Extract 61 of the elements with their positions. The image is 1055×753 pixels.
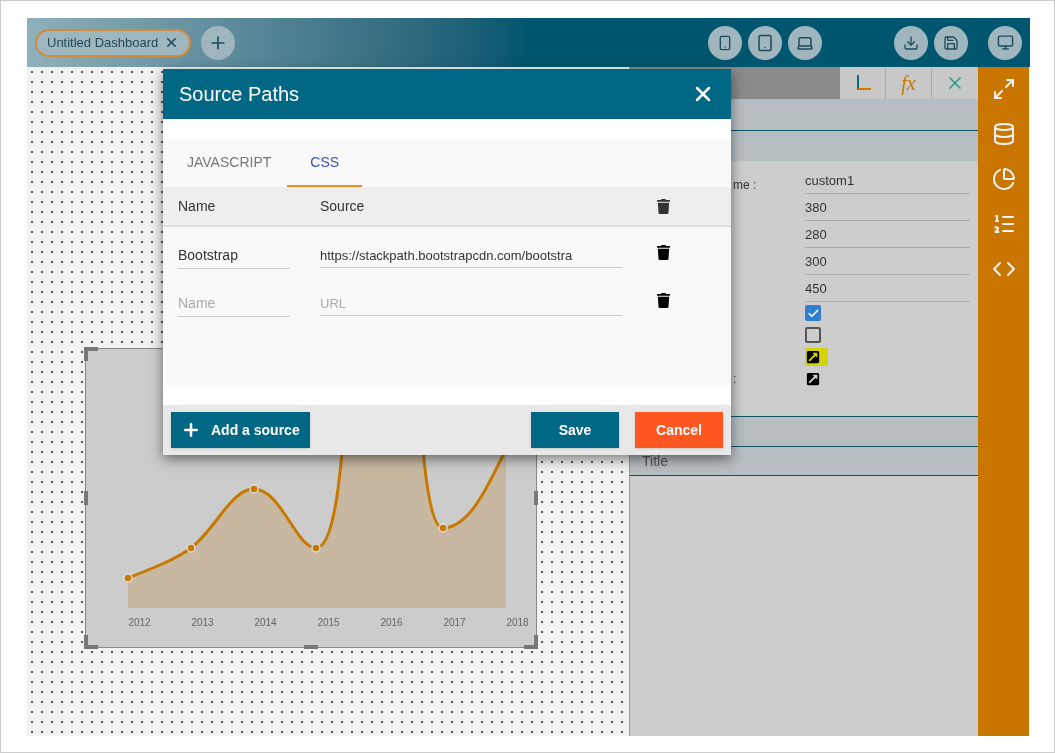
monitor-icon <box>996 34 1014 51</box>
resize-handle[interactable] <box>84 635 98 649</box>
trash-icon[interactable] <box>656 292 671 308</box>
laptop-view-button[interactable] <box>788 25 822 60</box>
pie-chart-icon <box>991 167 1016 191</box>
property-value[interactable]: 280 <box>805 224 970 248</box>
section-header[interactable]: Title <box>630 446 978 476</box>
phone-icon <box>717 34 733 51</box>
external-link-icon[interactable] <box>805 348 828 366</box>
trash-icon[interactable] <box>656 198 671 214</box>
name-field[interactable]: Name <box>178 293 290 317</box>
column-header: Source <box>320 196 366 216</box>
dialog-title: Source Paths <box>179 82 300 107</box>
checkbox[interactable] <box>805 305 821 321</box>
property-value[interactable]: 450 <box>805 278 970 302</box>
resize-handle[interactable] <box>84 347 98 361</box>
save-button[interactable] <box>934 25 968 60</box>
data-point <box>438 523 448 533</box>
axis-label: 2014 <box>253 616 278 630</box>
axis-label: 2016 <box>379 616 404 630</box>
dashboard-tab[interactable]: Untitled Dashboard <box>35 28 192 57</box>
property-value[interactable]: 380 <box>805 197 970 221</box>
column-header: Name <box>178 196 217 216</box>
tablet-icon <box>756 33 774 52</box>
property-value[interactable]: custom1 <box>805 170 970 194</box>
data-point <box>186 543 196 553</box>
data-point <box>249 484 259 494</box>
property-label: me : <box>733 178 757 192</box>
download-button[interactable] <box>894 25 928 60</box>
axis-label: 2013 <box>190 616 215 630</box>
axis-label: 2017 <box>442 616 467 630</box>
resize-handle[interactable] <box>524 635 538 649</box>
plus-icon <box>181 420 201 440</box>
monitor-button[interactable] <box>988 25 1022 60</box>
download-icon <box>903 34 919 51</box>
checkbox[interactable] <box>805 327 821 343</box>
trash-icon[interactable] <box>656 244 671 260</box>
phone-view-button[interactable] <box>708 25 742 60</box>
axis-label: 2012 <box>127 616 152 630</box>
data-point <box>311 543 321 553</box>
url-field[interactable]: URL <box>320 293 622 317</box>
expand-icon <box>991 77 1016 101</box>
resize-handle[interactable] <box>304 645 318 649</box>
resize-handle[interactable] <box>534 491 538 505</box>
save-button[interactable]: Save <box>531 412 619 448</box>
property-label: : <box>733 372 737 386</box>
save-icon <box>943 34 959 51</box>
resize-handle[interactable] <box>84 491 88 505</box>
axis-label: 2015 <box>316 616 341 630</box>
add-tab-button[interactable] <box>201 25 236 60</box>
property-value[interactable]: 300 <box>805 251 970 275</box>
external-link-icon[interactable] <box>805 370 820 388</box>
url-field[interactable]: https://stackpath.bootstrapcdn.com/bootstra <box>320 245 622 269</box>
database-icon <box>991 122 1016 146</box>
add-source-button[interactable]: Add a source <box>171 412 310 448</box>
data-point <box>123 573 133 583</box>
axis-label: 2018 <box>505 616 530 630</box>
tablet-view-button[interactable] <box>748 25 782 60</box>
tab[interactable]: JAVASCRIPT <box>171 139 288 187</box>
name-field[interactable]: Bootstrap <box>178 245 290 269</box>
list-icon <box>991 212 1016 236</box>
